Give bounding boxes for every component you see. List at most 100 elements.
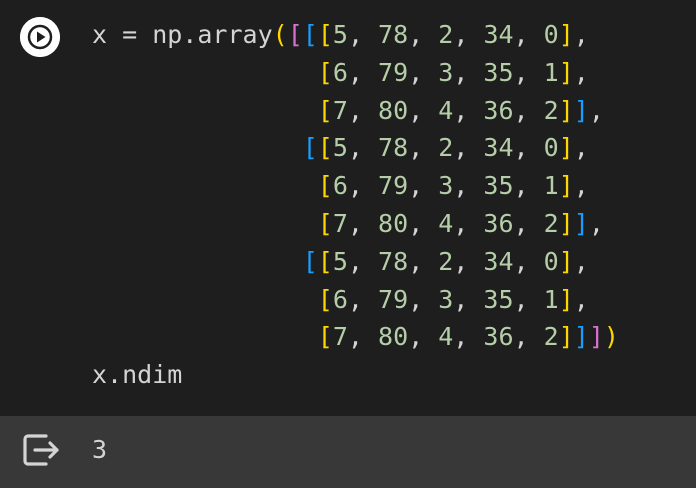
code-token: 35	[483, 284, 514, 314]
code-token: ,	[347, 284, 379, 314]
code-token: ,	[573, 246, 589, 276]
code-token: 3	[438, 171, 454, 201]
code-token: 5	[332, 246, 348, 276]
code-token: 6	[332, 171, 348, 201]
code-token: 4	[438, 208, 454, 238]
code-token: ,	[453, 322, 484, 352]
code-token: ,	[408, 284, 439, 314]
code-token: [	[317, 246, 333, 276]
code-token: ,	[347, 133, 379, 163]
code-token: ,	[347, 171, 379, 201]
code-token: ,	[453, 284, 484, 314]
code-token: ,	[408, 322, 439, 352]
output-text: 3	[92, 435, 108, 464]
code-token: 2	[438, 20, 454, 49]
code-token: ,	[408, 133, 439, 163]
code-token: ,	[453, 57, 484, 87]
code-token: ]	[573, 95, 589, 125]
code-token: [	[302, 246, 318, 276]
code-token: [	[317, 171, 333, 201]
code-editor[interactable]: x = np.array([[[5, 78, 2, 34, 0], [6, 79…	[92, 16, 619, 394]
code-token: ]	[558, 284, 574, 314]
run-cell-button[interactable]	[20, 17, 60, 57]
code-token: (	[272, 20, 288, 49]
code-line: [6, 79, 3, 35, 1],	[92, 54, 619, 92]
code-token: ,	[588, 208, 604, 238]
code-token: 1	[543, 57, 559, 87]
code-token: ,	[573, 133, 589, 163]
code-token: )	[603, 322, 619, 352]
code-line: [[5, 78, 2, 34, 0],	[92, 243, 619, 281]
code-token: 78	[378, 133, 409, 163]
code-token: ,	[513, 57, 544, 87]
code-token: ]	[558, 246, 574, 276]
code-token: [	[302, 133, 318, 163]
code-token: ,	[453, 171, 484, 201]
code-token: ,	[347, 322, 379, 352]
code-token: ,	[408, 208, 439, 238]
code-line: [6, 79, 3, 35, 1],	[92, 167, 619, 205]
code-token: ,	[513, 133, 544, 163]
code-token: 78	[378, 20, 409, 49]
code-token: ,	[513, 95, 544, 125]
code-token: ]	[573, 322, 589, 352]
code-token: 5	[332, 20, 348, 49]
code-token: 1	[543, 284, 559, 314]
code-token: ,	[408, 95, 439, 125]
code-token: ,	[573, 171, 589, 201]
code-token: 1	[543, 171, 559, 201]
code-token: ,	[347, 208, 379, 238]
code-cell[interactable]: x = np.array([[[5, 78, 2, 34, 0], [6, 79…	[0, 0, 696, 416]
code-token: ]	[558, 322, 574, 352]
code-token: ,	[408, 20, 439, 49]
code-line: [7, 80, 4, 36, 2]],	[92, 92, 619, 130]
code-token: [	[317, 20, 333, 49]
code-token: 35	[483, 171, 514, 201]
code-token: 4	[438, 95, 454, 125]
code-line: [7, 80, 4, 36, 2]],	[92, 205, 619, 243]
code-token: 4	[438, 322, 454, 352]
code-token: ,	[513, 171, 544, 201]
code-token: 35	[483, 57, 514, 87]
code-token: ,	[513, 20, 544, 49]
code-token: 80	[378, 95, 409, 125]
code-token: ,	[513, 208, 544, 238]
code-token: x = np.array	[92, 20, 273, 49]
code-token: ]	[558, 20, 574, 49]
code-token: ,	[453, 20, 484, 49]
code-token: 80	[378, 322, 409, 352]
code-token: 36	[483, 322, 514, 352]
code-line: [[5, 78, 2, 34, 0],	[92, 129, 619, 167]
code-token: ]	[573, 208, 589, 238]
code-token: 7	[332, 322, 348, 352]
code-token: [	[317, 95, 333, 125]
code-token: 80	[378, 208, 409, 238]
code-token: ,	[408, 57, 439, 87]
code-token: 7	[332, 208, 348, 238]
code-token: ,	[347, 246, 379, 276]
code-token: ,	[513, 246, 544, 276]
code-token: 79	[378, 171, 409, 201]
code-token: 2	[543, 322, 559, 352]
code-token: [	[317, 208, 333, 238]
code-token: [	[317, 322, 333, 352]
code-line: [6, 79, 3, 35, 1],	[92, 281, 619, 319]
code-token: ,	[453, 246, 484, 276]
code-token: ]	[588, 322, 604, 352]
output-exit-icon[interactable]	[20, 430, 62, 470]
code-token: ,	[347, 57, 379, 87]
code-token: ,	[573, 284, 589, 314]
code-token: [	[287, 20, 303, 49]
code-token: ,	[453, 95, 484, 125]
code-line: x = np.array([[[5, 78, 2, 34, 0],	[92, 16, 619, 54]
code-token: ]	[558, 171, 574, 201]
code-token: 7	[332, 95, 348, 125]
code-token: x.ndim	[92, 360, 183, 390]
